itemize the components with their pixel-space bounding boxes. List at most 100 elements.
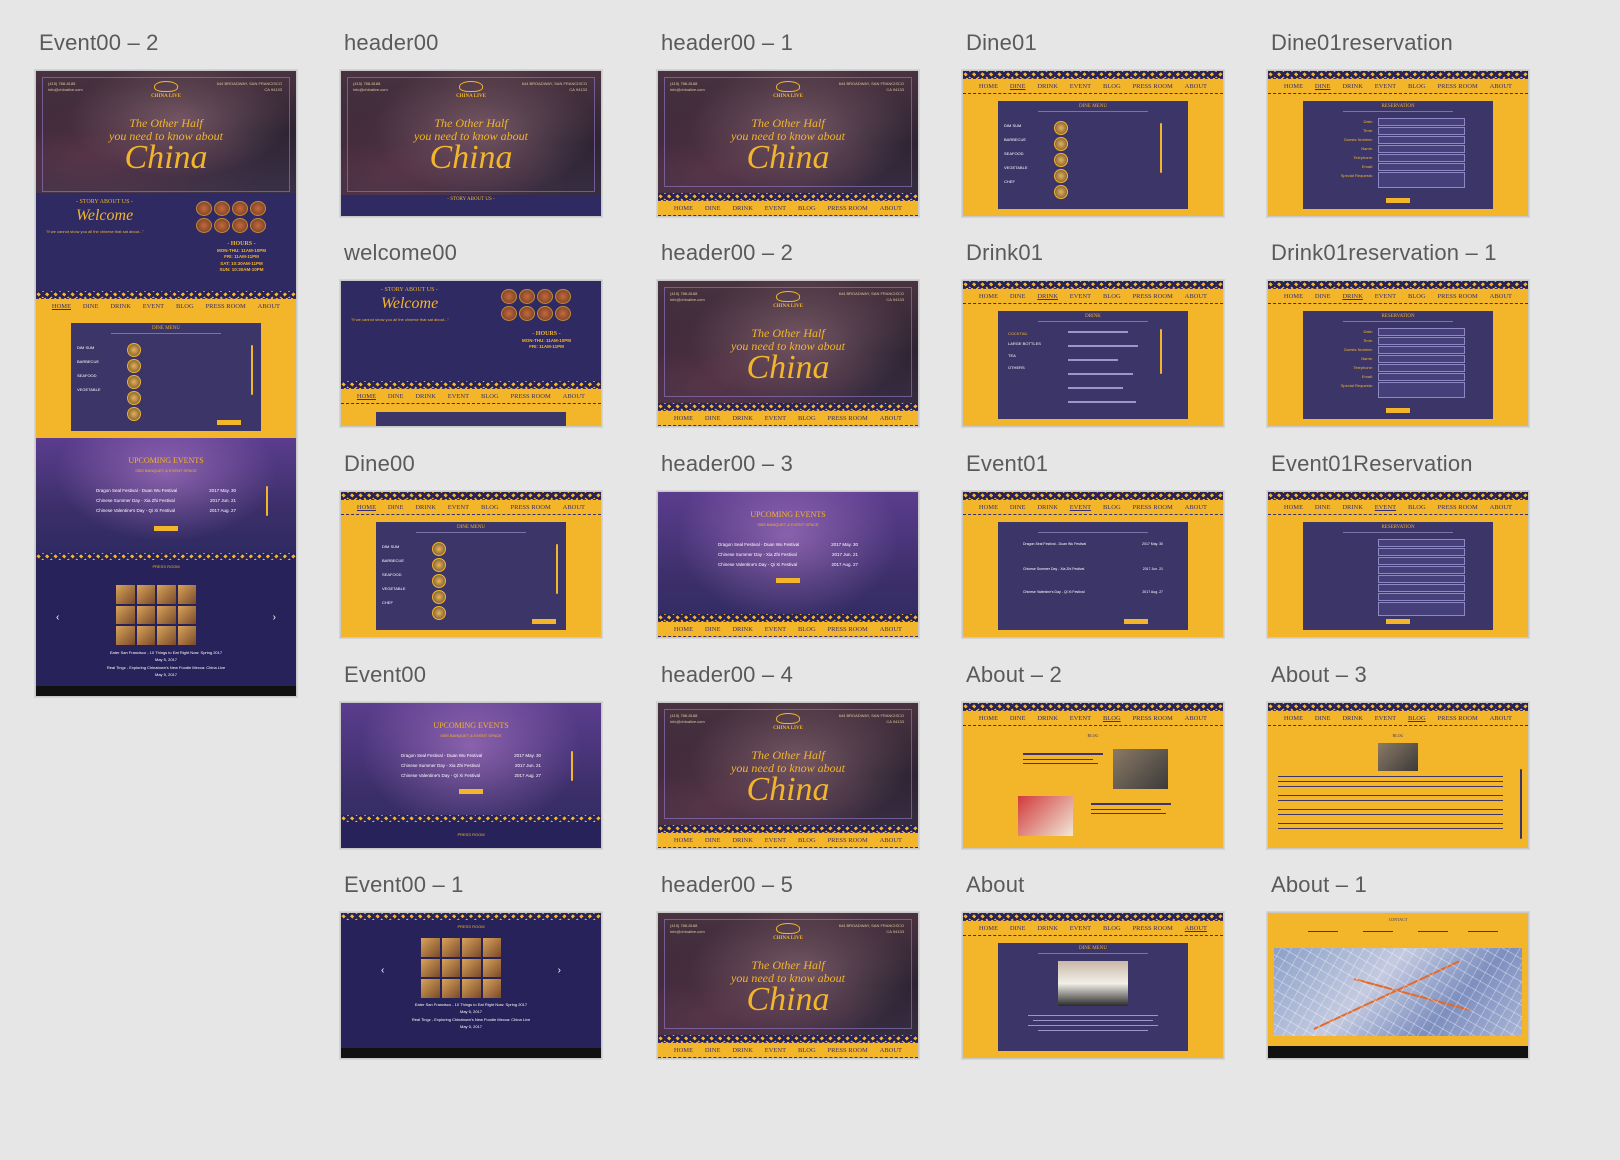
- nav-blog[interactable]: BLOG: [1408, 504, 1426, 511]
- nav-about[interactable]: ABOUT: [258, 303, 280, 310]
- artboard-event00[interactable]: Event00 UPCOMING EVENTS GBS BANQUET & EV…: [340, 662, 612, 849]
- nav-press-room[interactable]: PRESS ROOM: [828, 415, 868, 422]
- artboard-header00[interactable]: header00 CHINA LIVE (415) 788-8188 info@c…: [340, 30, 612, 217]
- artboard-label[interactable]: welcome00: [344, 240, 457, 266]
- scrollbar[interactable]: [571, 751, 573, 781]
- nav-event[interactable]: EVENT: [765, 626, 786, 633]
- nav-dine[interactable]: DINE: [1315, 715, 1331, 722]
- menu-category[interactable]: OTHERS: [1008, 365, 1025, 370]
- brand-logo[interactable]: CHINA LIVE: [773, 291, 803, 309]
- nav-dine[interactable]: DINE: [1010, 293, 1026, 300]
- nav-dine[interactable]: DINE: [1315, 293, 1331, 300]
- menu-category[interactable]: SEAFOOD: [382, 572, 402, 577]
- nav-dine[interactable]: DINE: [1315, 83, 1331, 90]
- submit-button[interactable]: [1386, 408, 1410, 413]
- artboard-drink01reservation-1[interactable]: Drink01reservation – 1 HOME DINE DRINK EVEN…: [1267, 240, 1539, 427]
- nav-drink[interactable]: DRINK: [1037, 293, 1058, 300]
- nav-home[interactable]: HOME: [979, 293, 998, 300]
- nav-blog[interactable]: BLOG: [798, 837, 816, 844]
- nav-dine[interactable]: DINE: [705, 626, 721, 633]
- nav-about[interactable]: ABOUT: [1490, 83, 1512, 90]
- carousel-prev-icon[interactable]: ‹: [56, 612, 59, 623]
- time-select[interactable]: [1378, 557, 1465, 565]
- nav-event[interactable]: EVENT: [143, 303, 164, 310]
- event-row[interactable]: Chinese Valentine's Day - Qi Xi Festival…: [401, 773, 541, 778]
- blog-image[interactable]: [1113, 749, 1168, 789]
- nav-press-room[interactable]: PRESS ROOM: [511, 504, 551, 511]
- menu-category[interactable]: TEA: [1008, 353, 1016, 358]
- nav-dine[interactable]: DINE: [83, 303, 99, 310]
- event-row[interactable]: Chinese Valentine's Day - Qi Xi Festival…: [718, 562, 858, 567]
- nav-press-room[interactable]: PRESS ROOM: [1438, 715, 1478, 722]
- nav-drink[interactable]: DRINK: [1037, 504, 1058, 511]
- location-map[interactable]: [1274, 948, 1522, 1036]
- nav-dine[interactable]: DINE: [1010, 925, 1026, 932]
- nav-home[interactable]: HOME: [979, 925, 998, 932]
- nav-about[interactable]: ABOUT: [880, 626, 902, 633]
- artboard-about[interactable]: About HOME DINE DRINK EVENT BLOG PRESS ROOM AB…: [962, 872, 1234, 1059]
- nav-home[interactable]: HOME: [979, 504, 998, 511]
- nav-press-room[interactable]: PRESS ROOM: [828, 1047, 868, 1054]
- artboard-label[interactable]: header00 – 2: [661, 240, 793, 266]
- nav-blog[interactable]: BLOG: [1408, 83, 1426, 90]
- nav-about[interactable]: ABOUT: [1185, 504, 1207, 511]
- event-row[interactable]: Chinese Valentine's Day - Qi Xi Festival…: [96, 508, 236, 513]
- menu-category[interactable]: VEGETABLE: [77, 387, 101, 392]
- menu-category[interactable]: BARBECUE: [77, 359, 99, 364]
- nav-about[interactable]: ABOUT: [1185, 715, 1207, 722]
- nav-dine[interactable]: DINE: [1315, 504, 1331, 511]
- artboard-drink01[interactable]: Drink01 HOME DINE DRINK EVENT BLOG PRESS ROOM…: [962, 240, 1234, 427]
- nav-about[interactable]: ABOUT: [1185, 293, 1207, 300]
- nav-blog[interactable]: BLOG: [1103, 293, 1121, 300]
- nav-about[interactable]: ABOUT: [880, 1047, 902, 1054]
- scrollbar[interactable]: [266, 486, 268, 516]
- artboard-label[interactable]: header00 – 1: [661, 30, 793, 56]
- nav-home[interactable]: HOME: [357, 393, 376, 400]
- menu-category[interactable]: CHEF: [382, 600, 393, 605]
- nav-press-room[interactable]: PRESS ROOM: [828, 837, 868, 844]
- nav-blog[interactable]: BLOG: [798, 626, 816, 633]
- event-row[interactable]: Dragon Seal Festival - Duan Wu Festival 2…: [718, 542, 858, 547]
- name-field[interactable]: [1378, 575, 1465, 583]
- nav-press-room[interactable]: PRESS ROOM: [1133, 293, 1173, 300]
- menu-category[interactable]: DIM SUM: [382, 544, 399, 549]
- press-caption[interactable]: Real Tingz - Exploring Chinatown's New F…: [36, 665, 296, 670]
- artboard-label[interactable]: header00: [344, 30, 439, 56]
- nav-blog[interactable]: BLOG: [176, 303, 194, 310]
- date-field[interactable]: [1378, 118, 1465, 126]
- artboard-label[interactable]: Dine00: [344, 451, 415, 477]
- menu-category[interactable]: DIM SUM: [1004, 123, 1021, 128]
- scrollbar[interactable]: [556, 544, 558, 594]
- nav-about[interactable]: ABOUT: [1185, 83, 1207, 90]
- nav-blog[interactable]: BLOG: [481, 504, 499, 511]
- menu-category[interactable]: SEAFOOD: [77, 373, 97, 378]
- telephone-field[interactable]: [1378, 154, 1465, 162]
- nav-dine[interactable]: DINE: [705, 205, 721, 212]
- artboard-label[interactable]: Dine01: [966, 30, 1037, 56]
- nav-drink[interactable]: DRINK: [1037, 925, 1058, 932]
- press-caption[interactable]: Eater San Francisco - 10 Things to Eat R…: [341, 1002, 601, 1007]
- menu-category[interactable]: BARBECUE: [1004, 137, 1026, 142]
- artboard-event00-2[interactable]: Event00 – 2 CHINA LIVE (415) 788-8188 inf…: [35, 30, 307, 697]
- nav-blog[interactable]: BLOG: [481, 393, 499, 400]
- nav-event[interactable]: EVENT: [1070, 293, 1091, 300]
- nav-press-room[interactable]: PRESS ROOM: [1133, 504, 1173, 511]
- nav-drink[interactable]: DRINK: [732, 1047, 753, 1054]
- nav-blog[interactable]: BLOG: [1103, 83, 1121, 90]
- name-field[interactable]: [1378, 355, 1465, 363]
- artboard-event01[interactable]: Event01 HOME DINE DRINK EVENT BLOG PRESS ROOM…: [962, 451, 1234, 638]
- artboard-label[interactable]: Event00: [344, 662, 426, 688]
- blog-image[interactable]: [1378, 743, 1418, 771]
- nav-press-room[interactable]: PRESS ROOM: [828, 205, 868, 212]
- nav-blog[interactable]: BLOG: [1103, 715, 1121, 722]
- reservation-button[interactable]: [532, 619, 556, 624]
- nav-blog[interactable]: BLOG: [1103, 925, 1121, 932]
- artboard-dine01[interactable]: Dine01 HOME DINE DRINK EVENT BLOG PRESS ROOM A…: [962, 30, 1234, 217]
- guests-field[interactable]: [1378, 136, 1465, 144]
- nav-event[interactable]: EVENT: [1375, 293, 1396, 300]
- nav-about[interactable]: ABOUT: [880, 837, 902, 844]
- nav-dine[interactable]: DINE: [705, 837, 721, 844]
- nav-home[interactable]: HOME: [357, 504, 376, 511]
- nav-about[interactable]: ABOUT: [1490, 715, 1512, 722]
- artboard-header00-2[interactable]: header00 – 2 CHINA LIVE (415) 788-8188 in…: [657, 240, 929, 427]
